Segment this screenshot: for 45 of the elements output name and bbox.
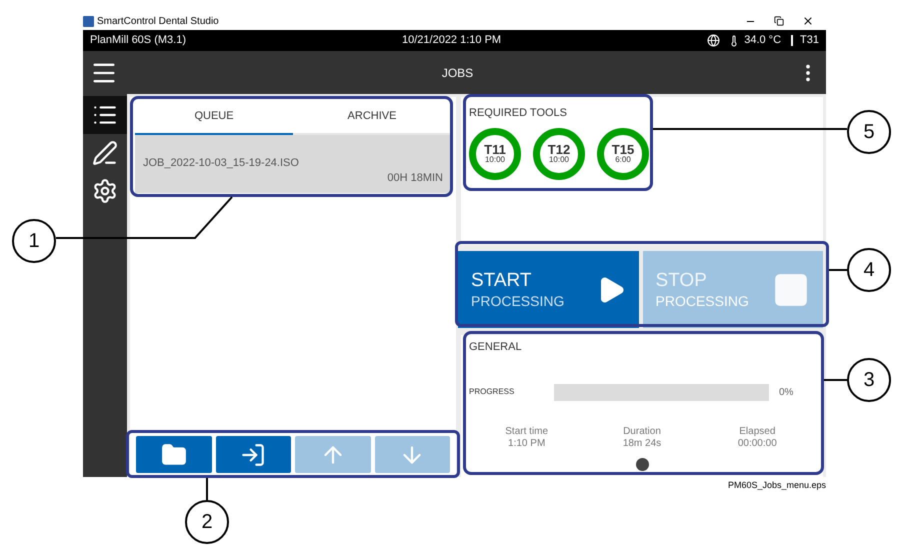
job-name: JOB_2022-10-03_15-19-24.ISO <box>143 156 299 171</box>
app-logo-icon <box>83 16 94 26</box>
tool-time: 10:00 <box>484 156 506 164</box>
tool-indicator-icon <box>791 35 794 46</box>
stat-value: 00:00:00 <box>738 438 777 450</box>
job-duration: 00H 18MIN <box>387 171 443 186</box>
general-title: GENERAL <box>469 340 523 355</box>
tool-name: T11 <box>484 143 506 156</box>
stat-value: 18m 24s <box>622 438 662 450</box>
close-icon[interactable] <box>802 15 814 27</box>
stat-label: Start time <box>505 426 548 438</box>
machine-name: PlanMill 60S (M3.1) <box>90 33 186 48</box>
current-tool: T31 <box>800 33 819 48</box>
page-title: JOBS <box>440 64 474 82</box>
job-toolbar-button[interactable] <box>136 436 212 473</box>
stat-label: Duration <box>623 426 661 438</box>
globe-icon <box>707 34 720 47</box>
leader-line <box>829 269 847 271</box>
leader-line <box>824 379 847 381</box>
stat-label: Elapsed <box>739 426 776 438</box>
job-row[interactable]: JOB_2022-10-03_15-19-24.ISO 00H 18MIN <box>135 135 451 193</box>
import-icon <box>240 442 266 468</box>
callout-number: 2 <box>185 500 229 544</box>
tool-name: T15 <box>612 143 634 156</box>
callout-number: 3 <box>847 358 891 402</box>
required-tools-title: REQUIRED TOOLS <box>469 106 568 121</box>
tool-time: 6:00 <box>615 156 631 164</box>
temperature: 34.0 °C <box>744 33 782 48</box>
job-toolbar-button[interactable] <box>216 436 291 473</box>
progress-label: PROGRESS <box>469 386 516 398</box>
callout-number: 1 <box>12 219 56 263</box>
stat-value: 1:10 PM <box>508 438 546 450</box>
window-title: SmartControl Dental Studio <box>97 14 219 28</box>
folder-icon <box>160 442 187 468</box>
restore-icon[interactable] <box>774 16 784 26</box>
tool-name: T12 <box>548 143 570 156</box>
callout-number: 5 <box>847 110 891 154</box>
leader-line <box>206 478 208 500</box>
sidebar-item[interactable] <box>83 96 127 134</box>
action-button[interactable]: START PROCESSING <box>458 251 638 328</box>
callout-number: 4 <box>847 248 891 292</box>
date-time: 10/21/2022 1:10 PM <box>402 33 502 48</box>
tool-time: 10:00 <box>548 156 570 164</box>
figure-filename: PM60S_Jobs_menu.eps <box>728 479 826 492</box>
progress-percent: 0% <box>779 386 794 400</box>
